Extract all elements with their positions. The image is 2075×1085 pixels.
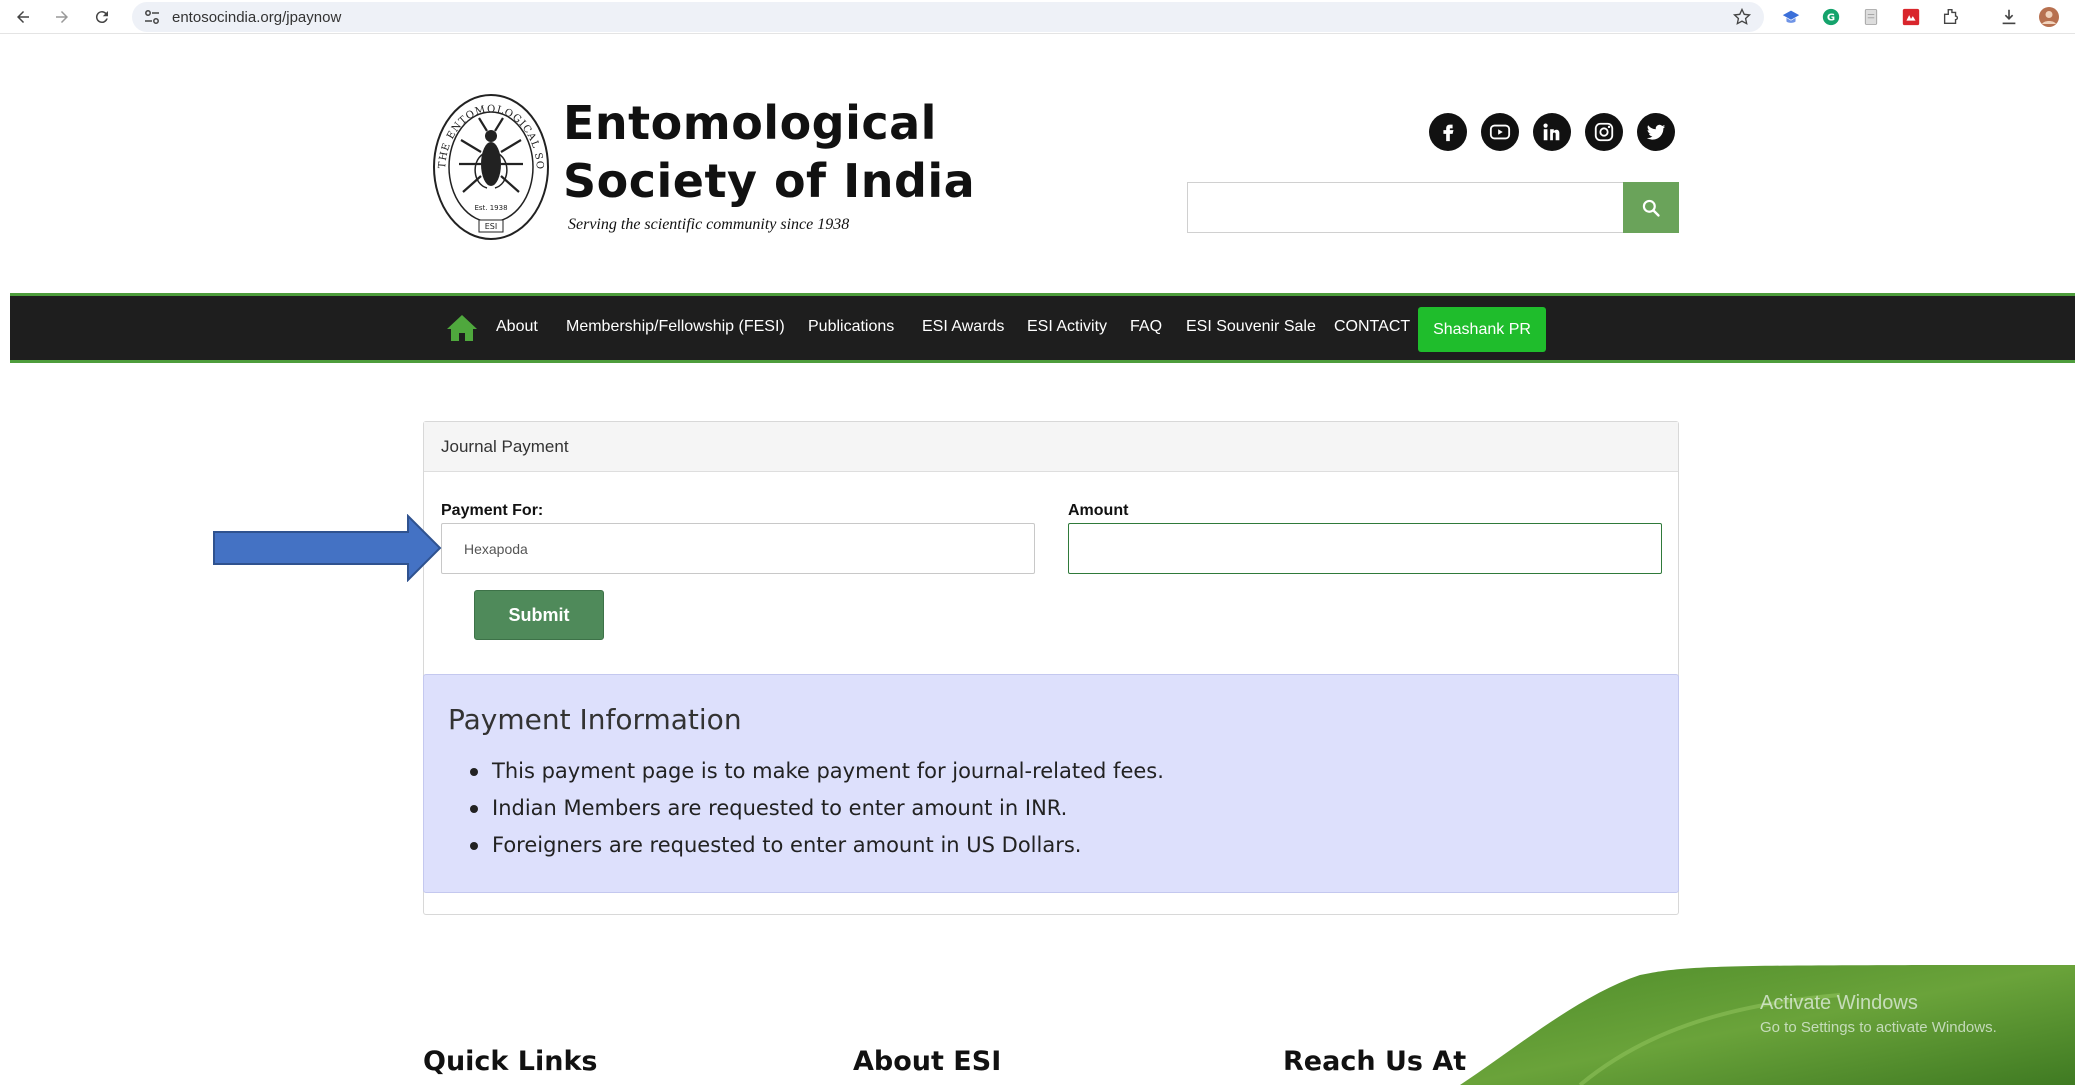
footer-about-heading: About ESI — [853, 1046, 1002, 1077]
nav-membership[interactable]: Membership/Fellowship (FESI) — [566, 318, 785, 336]
payment-for-field[interactable] — [441, 523, 1035, 574]
nav-contact[interactable]: CONTACT — [1334, 318, 1410, 336]
linkedin-link[interactable] — [1533, 113, 1571, 151]
payment-for-label: Payment For: — [441, 502, 544, 519]
amount-field[interactable] — [1068, 523, 1662, 574]
instagram-link[interactable] — [1585, 113, 1623, 151]
site-search-button[interactable] — [1623, 182, 1679, 233]
list-item: This payment page is to make payment for… — [470, 753, 1164, 790]
profile-avatar-icon[interactable] — [2038, 6, 2060, 28]
search-icon — [1642, 199, 1660, 217]
forward-button[interactable] — [50, 5, 74, 29]
list-item: Foreigners are requested to enter amount… — [470, 827, 1164, 864]
reload-icon — [95, 11, 108, 24]
twitter-link[interactable] — [1637, 113, 1675, 151]
url-text: entosocindia.org/jpaynow — [172, 9, 342, 26]
address-bar[interactable]: entosocindia.org/jpaynow — [132, 2, 1764, 32]
extension-red-icon[interactable] — [1900, 6, 1922, 28]
amount-label: Amount — [1068, 502, 1129, 519]
nav-about[interactable]: About — [496, 318, 538, 336]
list-item: Indian Members are requested to enter am… — [470, 790, 1164, 827]
twitter-icon — [1646, 124, 1666, 140]
facebook-link[interactable] — [1429, 113, 1467, 151]
nav-esi-awards[interactable]: ESI Awards — [922, 318, 1004, 336]
esi-seal-logo[interactable]: THE ENTOMOLOGICAL SOCIETY OF INDIA Est. … — [431, 92, 551, 242]
instagram-icon — [1594, 122, 1614, 142]
bookmark-star-icon[interactable] — [1732, 7, 1752, 27]
site-title-line2: Society of India — [563, 154, 976, 208]
linkedin-icon — [1543, 123, 1560, 141]
nav-esi-activity[interactable]: ESI Activity — [1027, 318, 1107, 336]
back-button[interactable] — [11, 5, 35, 29]
card-header: Journal Payment — [424, 422, 1678, 472]
extensions-puzzle-icon[interactable] — [1940, 6, 1962, 28]
journal-payment-card: Journal Payment Payment For: Amount Subm… — [423, 421, 1679, 915]
site-search — [1187, 182, 1679, 233]
extension-graduation-icon[interactable] — [1780, 6, 1802, 28]
user-account-button[interactable]: Shashank PR — [1418, 307, 1546, 352]
extension-grammarly-icon[interactable]: G — [1820, 6, 1842, 28]
browser-toolbar: entosocindia.org/jpaynow G — [0, 0, 2075, 34]
annotation-arrow-icon — [213, 514, 442, 582]
seal-est-text: Est. 1938 — [474, 204, 507, 212]
payment-information-title: Payment Information — [448, 703, 742, 736]
nav-souvenir-sale[interactable]: ESI Souvenir Sale — [1186, 318, 1316, 336]
site-title[interactable]: Entomological Society of India — [563, 94, 975, 210]
footer-reach-heading: Reach Us At — [1283, 1046, 1467, 1077]
youtube-icon — [1489, 124, 1511, 140]
payment-information-box: Payment Information This payment page is… — [423, 674, 1679, 893]
site-settings-icon[interactable] — [144, 9, 160, 25]
main-navigation: About Membership/Fellowship (FESI) Publi… — [10, 293, 2075, 363]
site-title-line1: Entomological — [563, 96, 937, 150]
submit-button[interactable]: Submit — [474, 590, 604, 640]
home-icon[interactable] — [446, 313, 478, 343]
facebook-icon — [1443, 124, 1454, 142]
windows-watermark-title: Activate Windows — [1760, 992, 1918, 1014]
forward-arrow-icon — [56, 11, 68, 23]
seal-abbr-text: ESI — [485, 222, 498, 231]
nav-faq[interactable]: FAQ — [1130, 318, 1162, 336]
nav-publications[interactable]: Publications — [808, 318, 894, 336]
footer-quick-links-heading: Quick Links — [423, 1046, 598, 1077]
windows-watermark-subtitle: Go to Settings to activate Windows. — [1760, 1019, 1997, 1036]
extension-document-icon[interactable] — [1860, 6, 1882, 28]
svg-text:G: G — [1827, 13, 1835, 24]
youtube-link[interactable] — [1481, 113, 1519, 151]
payment-information-list: This payment page is to make payment for… — [470, 753, 1164, 864]
card-title: Journal Payment — [441, 437, 569, 456]
site-search-input[interactable] — [1187, 182, 1623, 233]
download-icon[interactable] — [1998, 6, 2020, 28]
reload-button[interactable] — [90, 5, 114, 29]
site-tagline: Serving the scientific community since 1… — [568, 216, 850, 233]
back-arrow-icon — [17, 11, 29, 23]
